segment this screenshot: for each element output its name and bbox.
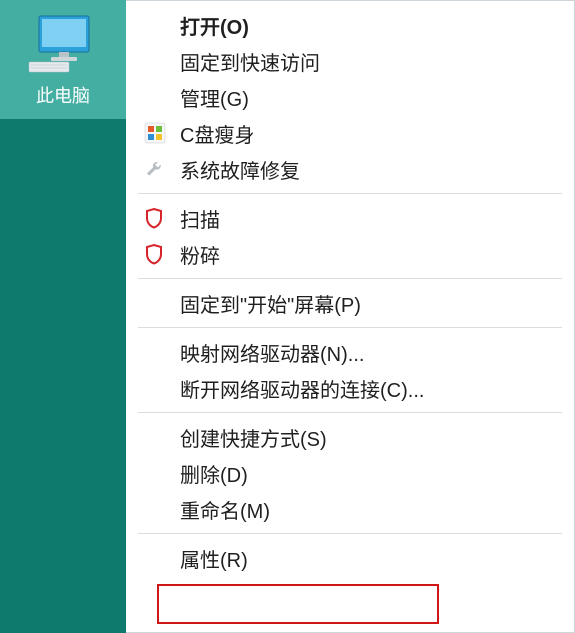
menu-item-label: 粉碎 bbox=[180, 240, 220, 269]
computer-icon bbox=[27, 14, 99, 74]
menu-item-label: 映射网络驱动器(N)... bbox=[180, 338, 364, 367]
no-icon bbox=[144, 495, 180, 523]
menu-item-shred[interactable]: 粉碎 bbox=[126, 236, 574, 272]
menu-item-create-shortcut[interactable]: 创建快捷方式(S) bbox=[126, 419, 574, 455]
menu-item-properties[interactable]: 属性(R) bbox=[126, 540, 574, 576]
windows-flag-icon bbox=[144, 119, 180, 147]
menu-item-label: 管理(G) bbox=[180, 83, 249, 112]
menu-item-scan[interactable]: 扫描 bbox=[126, 200, 574, 236]
menu-item-disconnect-network-drive[interactable]: 断开网络驱动器的连接(C)... bbox=[126, 370, 574, 406]
menu-item-label: 删除(D) bbox=[180, 459, 248, 488]
shield-icon bbox=[144, 204, 180, 232]
menu-item-label: C盘瘦身 bbox=[180, 119, 254, 148]
menu-item-label: 打开(O) bbox=[180, 11, 249, 40]
menu-item-map-network-drive[interactable]: 映射网络驱动器(N)... bbox=[126, 334, 574, 370]
menu-item-label: 固定到"开始"屏幕(P) bbox=[180, 289, 361, 318]
menu-separator bbox=[138, 327, 562, 328]
no-icon bbox=[144, 11, 180, 39]
menu-item-label: 扫描 bbox=[180, 204, 220, 233]
no-icon bbox=[144, 47, 180, 75]
desktop-this-pc[interactable]: 此电脑 bbox=[0, 0, 126, 119]
no-icon bbox=[144, 338, 180, 366]
no-icon bbox=[144, 374, 180, 402]
menu-item-rename[interactable]: 重命名(M) bbox=[126, 491, 574, 527]
menu-item-label: 重命名(M) bbox=[180, 495, 270, 524]
no-icon bbox=[144, 544, 180, 572]
menu-item-manage[interactable]: 管理(G) bbox=[126, 79, 574, 115]
no-icon bbox=[144, 459, 180, 487]
context-menu: 打开(O) 固定到快速访问 管理(G) C盘瘦身 bbox=[126, 0, 575, 633]
wrench-icon bbox=[144, 155, 180, 183]
shield-icon bbox=[144, 240, 180, 268]
menu-separator bbox=[138, 193, 562, 194]
no-icon bbox=[144, 423, 180, 451]
menu-item-pin-start[interactable]: 固定到"开始"屏幕(P) bbox=[126, 285, 574, 321]
menu-item-pin-quick-access[interactable]: 固定到快速访问 bbox=[126, 43, 574, 79]
menu-separator bbox=[138, 533, 562, 534]
menu-item-c-drive-slim[interactable]: C盘瘦身 bbox=[126, 115, 574, 151]
menu-separator bbox=[138, 412, 562, 413]
no-icon bbox=[144, 83, 180, 111]
menu-item-label: 属性(R) bbox=[180, 544, 248, 573]
desktop-this-pc-label: 此电脑 bbox=[36, 82, 90, 108]
menu-item-label: 创建快捷方式(S) bbox=[180, 423, 327, 452]
menu-item-system-repair[interactable]: 系统故障修复 bbox=[126, 151, 574, 187]
menu-item-label: 断开网络驱动器的连接(C)... bbox=[180, 374, 424, 403]
menu-item-label: 系统故障修复 bbox=[180, 155, 300, 184]
menu-separator bbox=[138, 278, 562, 279]
menu-item-open[interactable]: 打开(O) bbox=[126, 7, 574, 43]
menu-item-delete[interactable]: 删除(D) bbox=[126, 455, 574, 491]
menu-item-label: 固定到快速访问 bbox=[180, 47, 320, 76]
no-icon bbox=[144, 289, 180, 317]
